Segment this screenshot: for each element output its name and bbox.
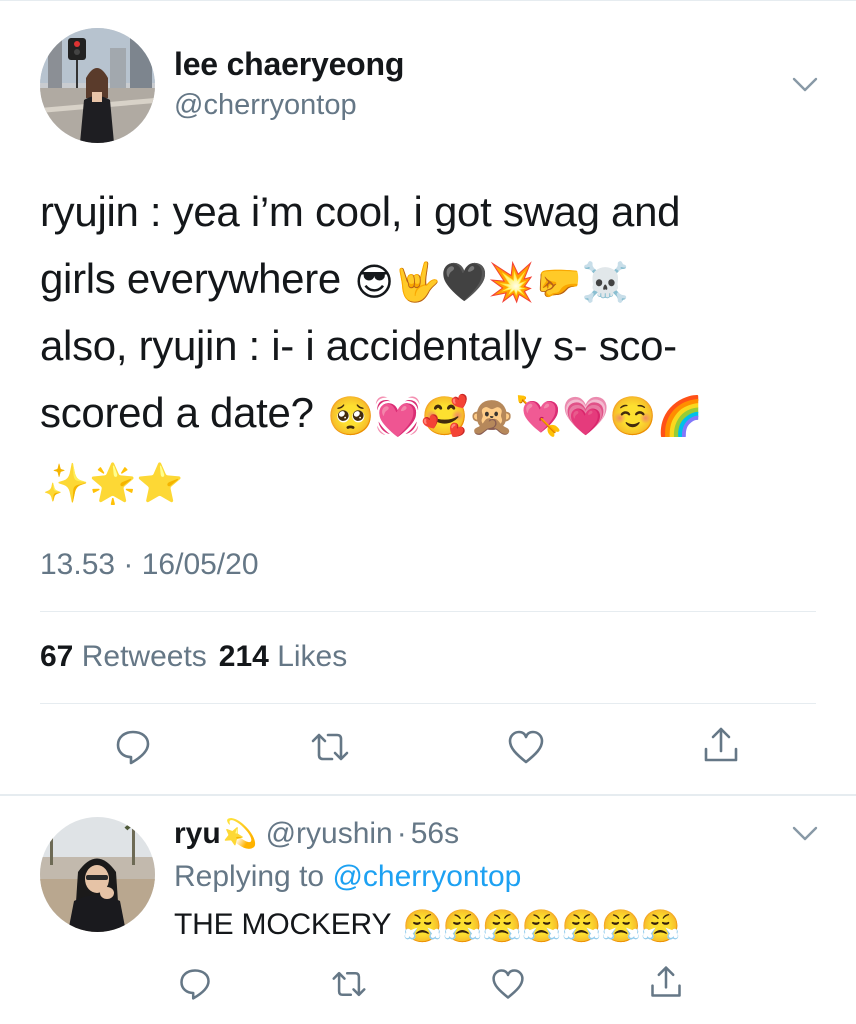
retweets-count: 67	[40, 640, 74, 673]
reply-author-name[interactable]: ryu	[174, 817, 221, 850]
avatar[interactable]	[40, 817, 155, 932]
tweet-line: scored a date? 🥺💓🥰🙊💘💗☺️🌈	[40, 389, 704, 438]
dizzy-emoji-icon: 💫	[222, 817, 258, 850]
reply-time[interactable]: 56s	[411, 817, 459, 850]
user-photo-avatar-icon	[40, 817, 155, 932]
divider	[40, 611, 816, 612]
emoji-group: 😤😤😤😤😤😤😤	[402, 907, 681, 945]
likes-label: Likes	[277, 640, 348, 673]
likes-stat[interactable]: 214 Likes	[219, 640, 347, 673]
reply-icon[interactable]	[113, 727, 153, 767]
reply-text: THE MOCKERY 😤😤😤😤😤😤😤	[174, 907, 681, 945]
chevron-down-icon[interactable]	[792, 76, 818, 94]
tweet-divider	[0, 794, 856, 796]
engagement-stats: 67 Retweets 214 Likes	[40, 640, 347, 674]
tweet-line: ryujin : yea i’m cool, i got swag and	[40, 188, 681, 235]
author-handle[interactable]: @cherryontop	[174, 89, 357, 122]
tweet-timestamp[interactable]: 13.53 · 16/05/20	[40, 548, 259, 582]
replying-prefix: Replying to	[174, 860, 325, 893]
emoji-group: ✨🌟⭐	[42, 461, 184, 505]
retweets-label: Retweets	[81, 640, 207, 673]
avatar[interactable]	[40, 28, 155, 143]
retweet-icon[interactable]	[331, 966, 367, 1002]
reply-author-handle[interactable]: @ryushin	[266, 817, 393, 850]
user-photo-avatar-icon	[40, 28, 155, 143]
chevron-down-icon[interactable]	[792, 825, 818, 843]
emoji-group: 🥺💓🥰🙊💘💗☺️🌈	[327, 394, 704, 438]
like-icon[interactable]	[506, 727, 546, 767]
tweet-line: also, ryujin : i- i accidentally s- sco-	[40, 322, 677, 369]
likes-count: 214	[218, 640, 269, 673]
tweet-line: girls everywhere 😎🤟🖤💥🤛☠️	[40, 255, 629, 304]
share-icon[interactable]	[701, 725, 741, 765]
emoji-group: 😎🤟🖤💥🤛☠️	[354, 260, 629, 304]
like-icon[interactable]	[490, 966, 526, 1002]
divider	[40, 703, 816, 704]
reply-header: ryu💫 @ryushin · 56s	[174, 817, 459, 851]
author-name[interactable]: lee chaeryeong	[174, 46, 404, 83]
share-icon[interactable]	[648, 964, 684, 1000]
main-tweet: lee chaeryeong @cherryontop ryujin : yea…	[0, 0, 856, 796]
tweet-line: ✨🌟⭐	[40, 446, 820, 513]
replying-mention-link[interactable]: @cherryontop	[332, 860, 521, 893]
separator-dot: ·	[396, 817, 407, 850]
retweets-stat[interactable]: 67 Retweets	[40, 640, 207, 673]
replying-to: Replying to @cherryontop	[174, 860, 521, 894]
reply-icon[interactable]	[177, 966, 213, 1002]
tweet-text: ryujin : yea i’m cool, i got swag and gi…	[40, 178, 820, 513]
retweet-icon[interactable]	[310, 727, 350, 767]
